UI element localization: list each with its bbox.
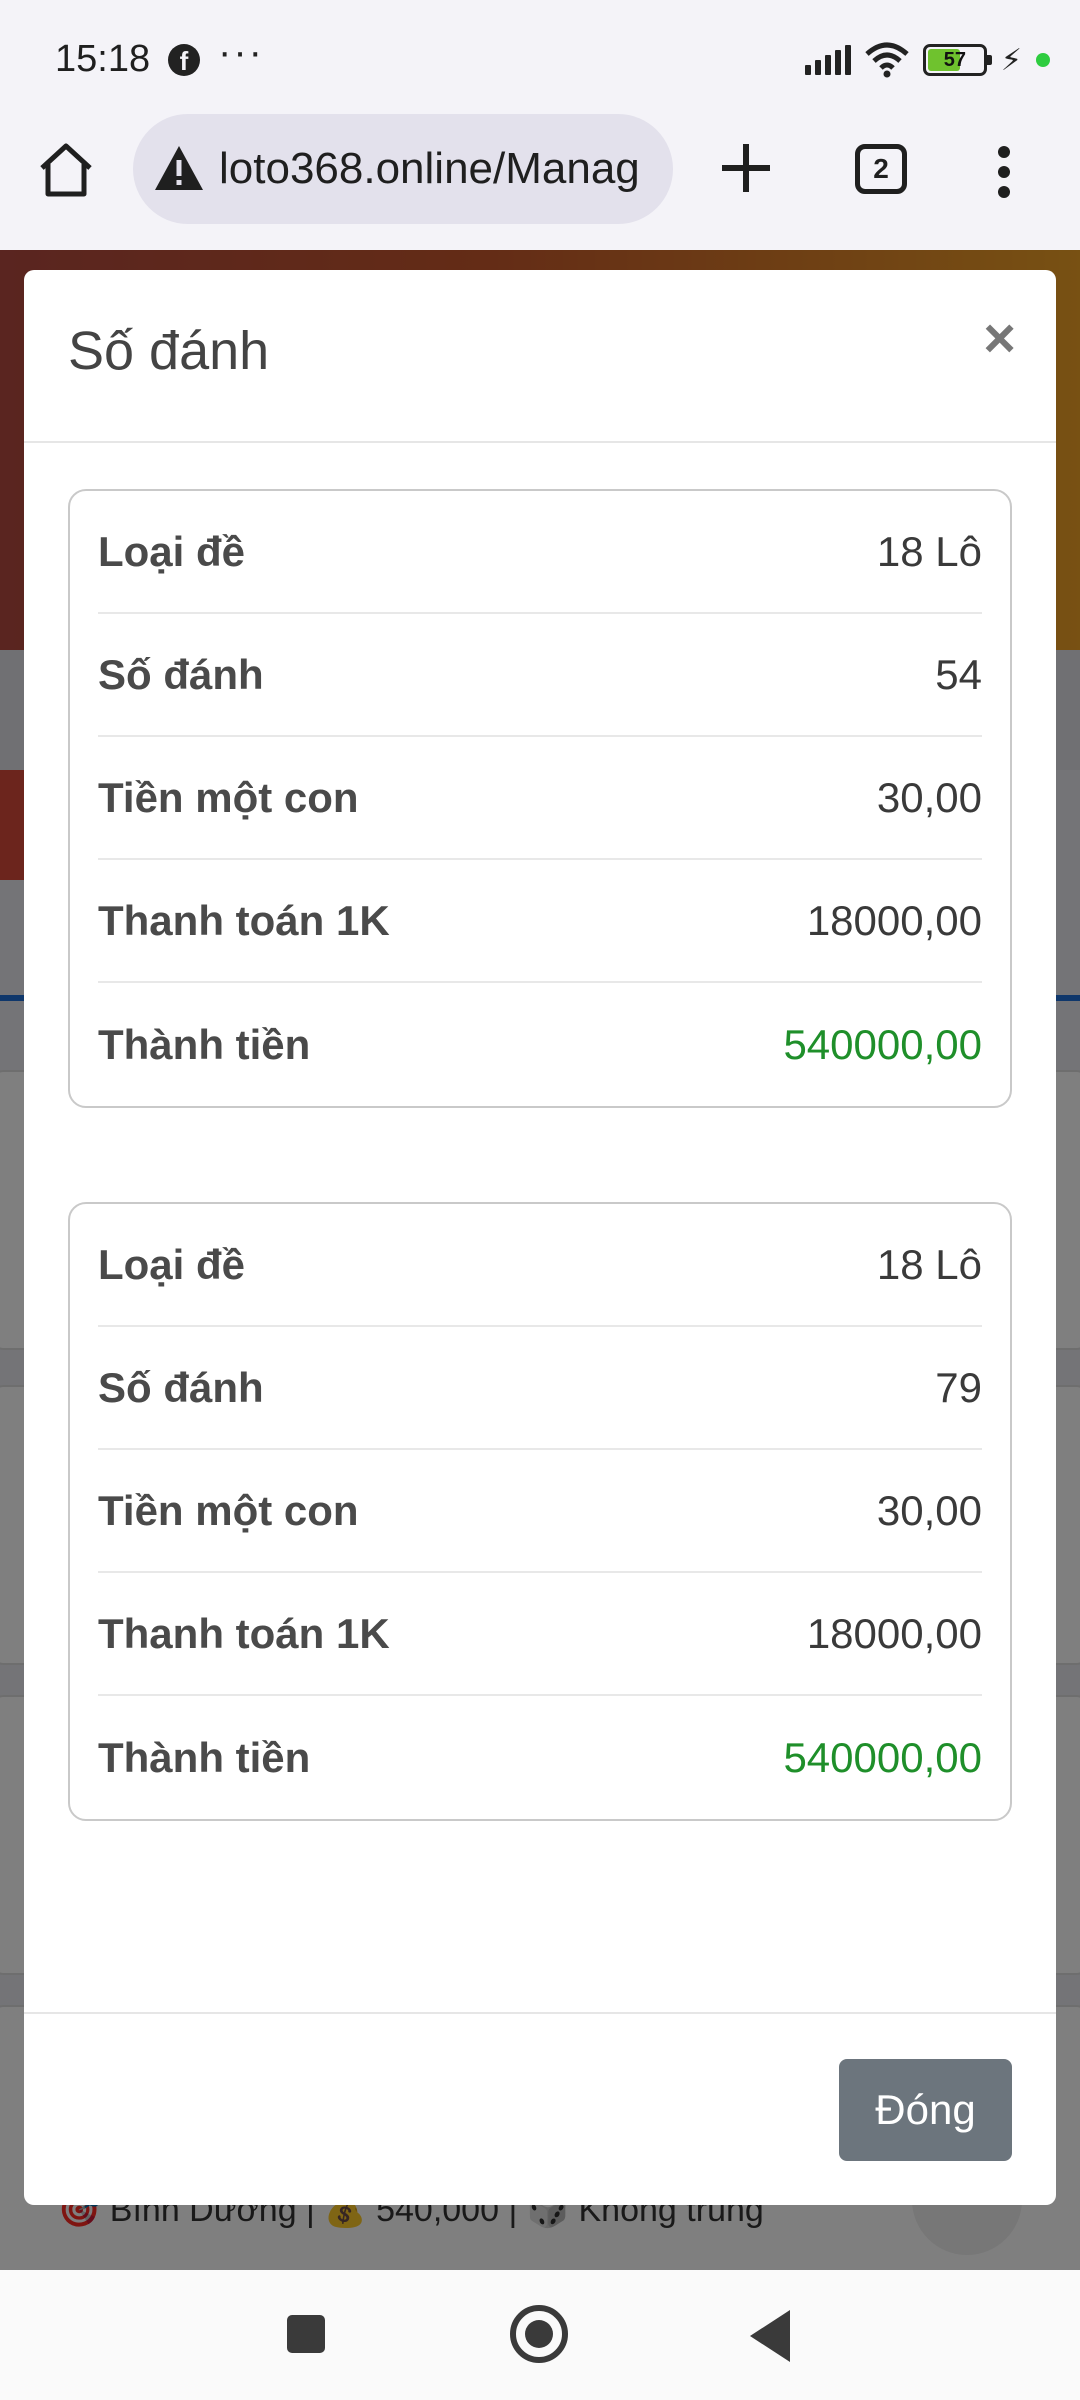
modal-title: Số đánh — [68, 321, 270, 381]
charging-dot-icon — [1036, 53, 1050, 67]
detail-row-type: Loại đề 18 Lô — [98, 491, 982, 614]
more-dots-icon: ··· — [218, 30, 264, 74]
detail-label: Thanh toán 1K — [98, 1609, 390, 1657]
detail-label: Loại đề — [98, 1240, 246, 1288]
battery-icon: 57 — [922, 44, 992, 76]
bet-detail-card: Loại đề 18 Lô Số đánh 79 Tiền một con 30… — [68, 1202, 1012, 1821]
url-text[interactable]: loto368.online/Manag — [219, 144, 659, 194]
detail-row-number: Số đánh 54 — [98, 614, 982, 737]
detail-value: 18 Lô — [876, 527, 982, 575]
detail-value: 54 — [935, 650, 982, 698]
home-icon[interactable] — [36, 140, 96, 200]
modal-header: Số đánh × — [24, 270, 1056, 443]
more-menu-icon[interactable] — [998, 146, 1012, 198]
wifi-icon — [865, 42, 909, 78]
detail-label: Thanh toán 1K — [98, 896, 390, 944]
detail-value: 18000,00 — [806, 1609, 982, 1657]
detail-value: 30,00 — [876, 773, 982, 821]
back-icon[interactable] — [750, 2310, 790, 2362]
warning-icon[interactable] — [153, 144, 205, 192]
status-bar: 15:18 f ··· 57 ⚡ — [0, 0, 1080, 110]
detail-label: Tiền một con — [98, 1486, 359, 1534]
address-bar[interactable]: loto368.online/Manag — [133, 114, 673, 224]
detail-row-unit-price: Tiền một con 30,00 — [98, 1450, 982, 1573]
detail-row-total: Thành tiền 540000,00 — [98, 1696, 982, 1819]
new-tab-icon[interactable] — [718, 140, 774, 196]
detail-value: 79 — [935, 1363, 982, 1411]
status-time: 15:18 — [55, 38, 151, 80]
tab-switcher-button[interactable]: 2 — [855, 144, 907, 194]
modal-footer: Đóng — [24, 2012, 1056, 2205]
signal-icon — [804, 45, 851, 75]
close-button[interactable]: Đóng — [839, 2059, 1012, 2161]
detail-total-value: 540000,00 — [783, 1733, 982, 1781]
detail-label: Số đánh — [98, 1363, 264, 1411]
home-button-icon[interactable] — [510, 2305, 568, 2363]
detail-row-type: Loại đề 18 Lô — [98, 1204, 982, 1327]
close-icon[interactable]: × — [983, 310, 1016, 366]
bet-detail-card: Loại đề 18 Lô Số đánh 54 Tiền một con 30… — [68, 489, 1012, 1108]
system-nav-bar — [0, 2270, 1080, 2400]
detail-label: Tiền một con — [98, 773, 359, 821]
detail-label: Thành tiền — [98, 1733, 311, 1781]
facebook-icon: f — [168, 44, 200, 76]
detail-row-payout: Thanh toán 1K 18000,00 — [98, 1573, 982, 1696]
detail-value: 30,00 — [876, 1486, 982, 1534]
detail-row-total: Thành tiền 540000,00 — [98, 983, 982, 1106]
detail-row-number: Số đánh 79 — [98, 1327, 982, 1450]
detail-value: 18000,00 — [806, 896, 982, 944]
detail-value: 18 Lô — [876, 1240, 982, 1288]
recents-icon[interactable] — [287, 2315, 325, 2353]
detail-row-payout: Thanh toán 1K 18000,00 — [98, 860, 982, 983]
charging-icon: ⚡ — [1000, 43, 1022, 77]
detail-label: Số đánh — [98, 650, 264, 698]
status-indicators: 57 ⚡ — [804, 42, 1050, 78]
detail-label: Thành tiền — [98, 1020, 311, 1068]
browser-toolbar: loto368.online/Manag 2 — [0, 110, 1080, 250]
detail-row-unit-price: Tiền một con 30,00 — [98, 737, 982, 860]
battery-level: 57 — [943, 49, 967, 71]
modal-dialog: Số đánh × Loại đề 18 Lô Số đánh 54 Tiền … — [24, 270, 1056, 2205]
detail-total-value: 540000,00 — [783, 1020, 982, 1068]
detail-label: Loại đề — [98, 527, 246, 575]
